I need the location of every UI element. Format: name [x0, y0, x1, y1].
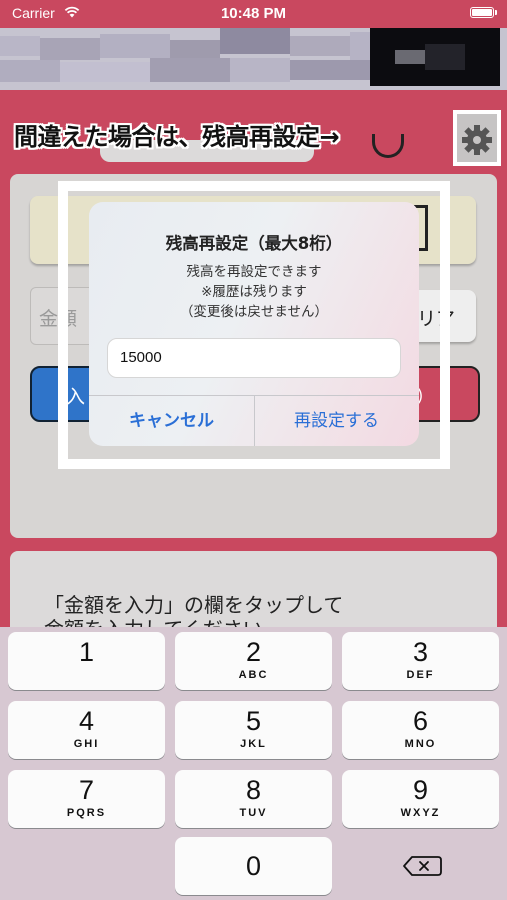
instruction-annotation: 間違えた場合は、残高再設定→ — [14, 123, 340, 151]
reset-balance-alert: 残高再設定（最大8桁） 残高を再設定できます ※履歴は残ります （変更後は戻せま… — [89, 202, 419, 446]
status-bar: Carrier 10:48 PM — [0, 0, 507, 28]
settings-button[interactable] — [453, 110, 501, 166]
key-0[interactable]: 0 — [175, 837, 332, 895]
backspace-icon — [403, 856, 442, 876]
gear-icon — [462, 125, 492, 155]
battery-icon — [470, 7, 494, 18]
alert-title: 残高再設定（最大8桁） — [165, 234, 343, 253]
key-8[interactable]: 8 TUV — [175, 770, 332, 828]
key-7[interactable]: 7 PQRS — [8, 770, 165, 828]
key-3[interactable]: 3 DEF — [342, 632, 499, 690]
key-9[interactable]: 9 WXYZ — [342, 770, 499, 828]
blurred-banner — [0, 28, 507, 90]
delete-key[interactable] — [340, 837, 497, 895]
key-6[interactable]: 6 MNO — [342, 701, 499, 759]
alert-message-line: （変更後は戻せません） — [179, 304, 329, 320]
key-1[interactable]: 1 — [8, 632, 165, 690]
balance-input[interactable]: 15000 — [107, 338, 401, 378]
key-4[interactable]: 4 GHI — [8, 701, 165, 759]
reset-button[interactable]: 再設定する — [254, 396, 419, 446]
key-2[interactable]: 2 ABC — [175, 632, 332, 690]
alert-message-line: 残高を再設定できます — [186, 264, 322, 280]
key-5[interactable]: 5 JKL — [175, 701, 332, 759]
cancel-button[interactable]: キャンセル — [89, 396, 254, 446]
alert-message-line: ※履歴は残ります — [201, 284, 307, 300]
clock: 10:48 PM — [220, 5, 287, 22]
